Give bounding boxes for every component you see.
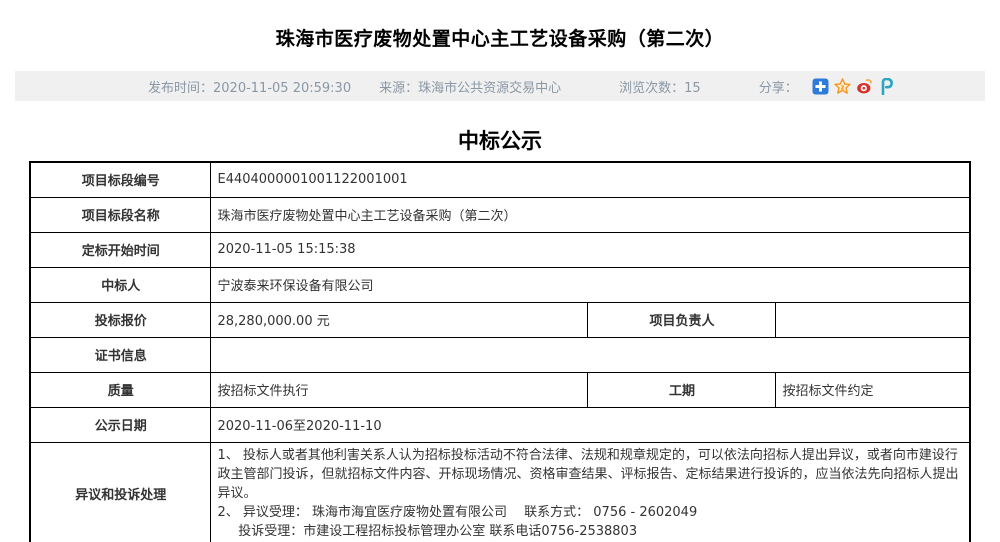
source-value: 珠海市公共资源交易中心 (418, 80, 562, 96)
source-label: 来源： (379, 80, 419, 96)
page-title: 珠海市医疗废物处置中心主工艺设备采购（第二次） (275, 28, 725, 50)
svg-text:z: z (840, 83, 844, 91)
row-label-start-time: 定标开始时间 (29, 231, 212, 268)
row-value-project-code: E4404000001001122001001 (210, 161, 971, 198)
table-row: 项目标段编号 E4404000001001122001001 (29, 161, 971, 198)
row-value-start-time: 2020-11-05 15:15:38 (210, 231, 971, 268)
row-value-quality: 按招标文件执行 (210, 371, 589, 408)
announcement-page: 珠海市医疗废物处置中心主工艺设备采购（第二次） 发布时间：2020-11-05 … (0, 0, 1000, 542)
row-value-project-name: 珠海市医疗废物处置中心主工艺设备采购（第二次） (210, 196, 971, 233)
section-title: 中标公示 (458, 129, 542, 153)
row-label-project-manager: 项目负责人 (587, 301, 777, 338)
table-row: 投标报价 28,280,000.00 元 项目负责人 (29, 301, 971, 338)
bid-result-table: 项目标段编号 E4404000001001122001001 项目标段名称 珠海… (28, 161, 971, 542)
table-row: 异议和投诉处理 1、 投标人或者其他利害关系人认为招标投标活动不符合法律、法规和… (29, 441, 971, 542)
pengyou-icon[interactable] (878, 77, 895, 95)
publish-time-value: 2020-11-05 20:59:30 (213, 80, 352, 96)
row-value-duration: 按招标文件约定 (775, 371, 971, 408)
row-value-bid-price: 28,280,000.00 元 (210, 301, 589, 338)
row-value-publicity-date: 2020-11-06至2020-11-10 (210, 406, 971, 443)
row-value-certificate (210, 336, 971, 373)
table-row: 中标人 宁波泰来环保设备有限公司 (29, 266, 971, 303)
row-label-objection: 异议和投诉处理 (29, 441, 212, 542)
row-label-certificate: 证书信息 (29, 336, 212, 373)
meta-bar: 发布时间：2020-11-05 20:59:30 来源：珠海市公共资源交易中心 … (15, 71, 985, 101)
table-row: 定标开始时间 2020-11-05 15:15:38 (29, 231, 971, 268)
objection-line-1: 1、 投标人或者其他利害关系人认为招标投标活动不符合法律、法规和规章规定的，可以… (217, 447, 959, 501)
table-row: 项目标段名称 珠海市医疗废物处置中心主工艺设备采购（第二次） (29, 196, 971, 233)
view-count: 浏览次数：15 (619, 77, 701, 96)
weibo-icon[interactable] (856, 78, 873, 95)
source: 来源：珠海市公共资源交易中心 (379, 77, 561, 96)
row-label-project-name: 项目标段名称 (29, 196, 212, 233)
row-label-quality: 质量 (29, 371, 212, 408)
objection-line-3: 投诉受理：市建设工程招标投标管理办公室 联系电话0756-2538803 (238, 523, 638, 539)
row-label-project-code: 项目标段编号 (29, 161, 212, 198)
qzone-star-icon[interactable]: z (834, 77, 851, 95)
publish-time: 发布时间：2020-11-05 20:59:30 (148, 77, 351, 96)
row-value-winner: 宁波泰来环保设备有限公司 (210, 266, 971, 303)
view-count-label: 浏览次数： (619, 80, 685, 96)
table-row: 公示日期 2020-11-06至2020-11-10 (29, 406, 971, 443)
objection-line-2: 2、 异议受理： 珠海市海宜医疗废物处置有限公司 联系方式： 0756 - 26… (217, 504, 698, 520)
share-label: 分享： (758, 80, 798, 96)
row-label-winner: 中标人 (29, 266, 212, 303)
share-icon-group: z (812, 77, 895, 95)
row-label-bid-price: 投标报价 (29, 301, 212, 338)
table-row: 质量 按招标文件执行 工期 按招标文件约定 (29, 371, 971, 408)
view-count-value: 15 (684, 80, 701, 96)
row-value-project-manager (775, 301, 971, 338)
row-value-objection: 1、 投标人或者其他利害关系人认为招标投标活动不符合法律、法规和规章规定的，可以… (210, 441, 971, 542)
share-more-icon[interactable] (812, 78, 829, 95)
row-label-publicity-date: 公示日期 (29, 406, 212, 443)
table-row: 证书信息 (29, 336, 971, 373)
row-label-duration: 工期 (587, 371, 777, 408)
publish-time-label: 发布时间： (148, 80, 214, 96)
